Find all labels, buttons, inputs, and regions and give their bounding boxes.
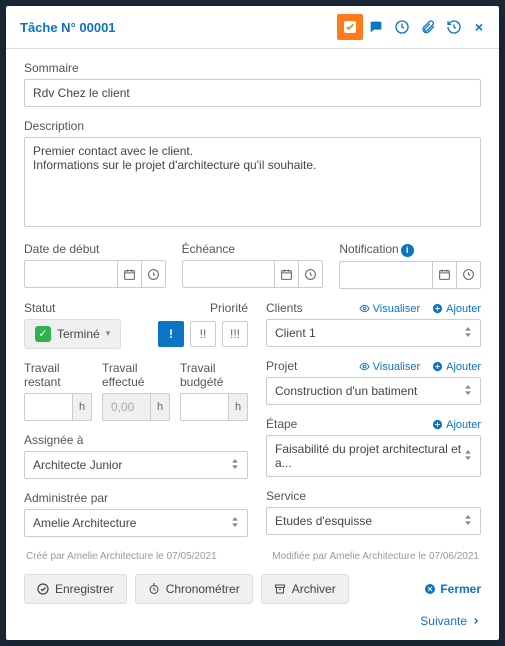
work-remaining-label: Travail restant	[24, 361, 92, 389]
admin-select[interactable]: Amelie Architecture	[24, 509, 248, 537]
timer-button[interactable]: Chronométrer	[135, 574, 253, 604]
status-value: Terminé	[57, 327, 100, 341]
info-icon[interactable]: i	[401, 244, 414, 257]
priority-3[interactable]: !!!	[222, 321, 248, 347]
archive-button[interactable]: Archiver	[261, 574, 349, 604]
status-dropdown[interactable]: ✓ Terminé ▾	[24, 319, 121, 349]
step-add-link[interactable]: Ajouter	[432, 419, 481, 431]
description-textarea[interactable]: Premier contact avec le client. Informat…	[24, 137, 481, 227]
task-modal: Tâche N° 00001 × Sommaire Desc	[6, 6, 499, 640]
modal-title: Tâche N° 00001	[20, 20, 116, 35]
due-date-clock-icon[interactable]	[298, 261, 322, 287]
work-done-label: Travail effectué	[102, 361, 170, 389]
project-add-link[interactable]: Ajouter	[432, 361, 481, 373]
work-budget-label: Travail budgété	[180, 361, 248, 389]
project-view-link[interactable]: Visualiser	[359, 361, 421, 373]
notif-date-calendar-icon[interactable]	[432, 262, 456, 288]
work-budget-unit: h	[229, 393, 248, 421]
priority-2[interactable]: !!	[190, 321, 216, 347]
modal-header: Tâche N° 00001 ×	[6, 6, 499, 49]
start-date-label: Date de début	[24, 242, 166, 256]
tab-details-icon[interactable]	[337, 14, 363, 40]
save-button[interactable]: Enregistrer	[24, 574, 127, 604]
clients-label: Clients	[266, 301, 303, 315]
assignee-select[interactable]: Architecte Junior	[24, 451, 248, 479]
work-remaining-input[interactable]	[24, 393, 73, 421]
modified-meta: Modifiée par Amelie Architecture le 07/0…	[272, 551, 479, 562]
check-icon: ✓	[35, 326, 51, 342]
start-date-clock-icon[interactable]	[141, 261, 165, 287]
admin-label: Administrée par	[24, 491, 248, 505]
clients-select[interactable]: Client 1	[266, 319, 481, 347]
summary-label: Sommaire	[24, 61, 481, 75]
clients-add-link[interactable]: Ajouter	[432, 303, 481, 315]
next-link[interactable]: Suivante	[420, 614, 481, 628]
priority-1[interactable]: !	[158, 321, 184, 347]
project-label: Projet	[266, 359, 297, 373]
header-toolbar: ×	[337, 14, 489, 40]
close-icon[interactable]: ×	[467, 19, 489, 35]
work-done-unit: h	[151, 393, 170, 421]
priority-group: ! !! !!!	[158, 321, 248, 347]
notif-date-label: Notificationi	[339, 242, 481, 257]
step-select[interactable]: Faisabilité du projet architectural et a…	[266, 435, 481, 477]
service-select[interactable]: Etudes d'esquisse	[266, 507, 481, 535]
work-remaining-unit: h	[73, 393, 92, 421]
step-label: Étape	[266, 417, 297, 431]
service-label: Service	[266, 489, 481, 503]
work-budget-input[interactable]	[180, 393, 229, 421]
time-icon[interactable]	[389, 14, 415, 40]
notif-date-clock-icon[interactable]	[456, 262, 480, 288]
status-label: Statut	[24, 301, 55, 315]
description-label: Description	[24, 119, 481, 133]
priority-label: Priorité	[210, 301, 248, 315]
due-date-label: Échéance	[182, 242, 324, 256]
created-meta: Créé par Amelie Architecture le 07/05/20…	[26, 551, 217, 562]
clients-view-link[interactable]: Visualiser	[359, 303, 421, 315]
work-done-input	[102, 393, 151, 421]
chevron-down-icon: ▾	[106, 328, 111, 339]
start-date-calendar-icon[interactable]	[117, 261, 141, 287]
close-button[interactable]: Fermer	[424, 582, 481, 596]
due-date-calendar-icon[interactable]	[274, 261, 298, 287]
comments-icon[interactable]	[363, 14, 389, 40]
project-select[interactable]: Construction d'un batiment	[266, 377, 481, 405]
assignee-label: Assignée à	[24, 433, 248, 447]
summary-input[interactable]	[24, 79, 481, 107]
history-icon[interactable]	[441, 14, 467, 40]
attachment-icon[interactable]	[415, 14, 441, 40]
